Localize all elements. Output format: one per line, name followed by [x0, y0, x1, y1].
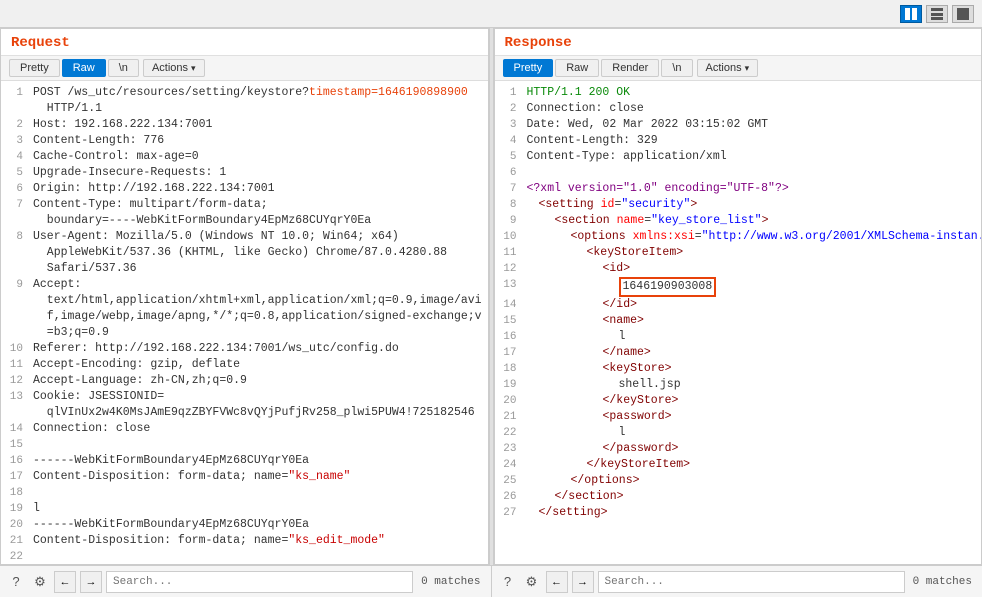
- request-actions-btn[interactable]: Actions ▾: [143, 59, 205, 77]
- response-content[interactable]: 1 HTTP/1.1 200 OK 2 Connection: close 3 …: [495, 81, 982, 564]
- table-row: 12 <id>: [495, 261, 982, 277]
- chevron-down-icon: ▾: [745, 63, 750, 74]
- table-row: 21 Content-Disposition: form-data; name=…: [1, 533, 488, 549]
- response-help-btn[interactable]: ?: [498, 572, 518, 592]
- table-row: 10 <options xmlns:xsi="http://www.w3.org…: [495, 229, 982, 245]
- request-panel: Request Pretty Raw \n Actions ▾ 1 POST /…: [0, 28, 489, 565]
- response-settings-btn[interactable]: ⚙: [522, 572, 542, 592]
- request-tabs: Pretty Raw \n Actions ▾: [1, 56, 488, 81]
- table-row: 17 Content-Disposition: form-data; name=…: [1, 469, 488, 485]
- tab-response-pretty[interactable]: Pretty: [503, 59, 554, 77]
- table-row: 24 </keyStoreItem>: [495, 457, 982, 473]
- table-row: 2 Host: 192.168.222.134:7001: [1, 117, 488, 133]
- table-row: 25 </options>: [495, 473, 982, 489]
- table-row: 15: [1, 437, 488, 453]
- table-row: 11 Accept-Encoding: gzip, deflate: [1, 357, 488, 373]
- table-row: 11 <keyStoreItem>: [495, 245, 982, 261]
- tab-request-n[interactable]: \n: [108, 59, 139, 77]
- table-row: 19 shell.jsp: [495, 377, 982, 393]
- chevron-down-icon: ▾: [191, 63, 196, 74]
- response-panel: Response Pretty Raw Render \n Actions ▾ …: [494, 28, 982, 565]
- table-row: 19 l: [1, 501, 488, 517]
- table-row: 14 Connection: close: [1, 421, 488, 437]
- tab-response-raw[interactable]: Raw: [555, 59, 599, 77]
- table-row: 21 <password>: [495, 409, 982, 425]
- highlighted-id-value: 1646190903008: [619, 277, 717, 297]
- table-row: 5 Upgrade-Insecure-Requests: 1: [1, 165, 488, 181]
- bottom-bar: ? ⚙ ← → 0 matches ? ⚙ ← → 0 matches: [0, 565, 982, 597]
- table-row: 22 l: [495, 425, 982, 441]
- response-tabs: Pretty Raw Render \n Actions ▾: [495, 56, 982, 81]
- table-row: 18 <keyStore>: [495, 361, 982, 377]
- table-row: 16 l: [495, 329, 982, 345]
- request-help-btn[interactable]: ?: [6, 572, 26, 592]
- table-row: 6 Origin: http://192.168.222.134:7001: [1, 181, 488, 197]
- table-row: 13 Cookie: JSESSIONID= qlVInUx2w4K0MsJAm…: [1, 389, 488, 421]
- table-row: 15 <name>: [495, 313, 982, 329]
- table-row: 5 Content-Type: application/xml: [495, 149, 982, 165]
- table-row: 27 </setting>: [495, 505, 982, 521]
- table-row: 9 Accept: text/html,application/xhtml+xm…: [1, 277, 488, 341]
- table-row: 4 Cache-Control: max-age=0: [1, 149, 488, 165]
- table-row: 13 1646190903008: [495, 277, 982, 297]
- table-row: 6: [495, 165, 982, 181]
- table-row: 16 ------WebKitFormBoundary4EpMz68CUYqrY…: [1, 453, 488, 469]
- response-search-input[interactable]: [598, 571, 905, 593]
- top-toolbar: [0, 0, 982, 28]
- table-row: 14 </id>: [495, 297, 982, 313]
- preview-view-btn[interactable]: [952, 5, 974, 23]
- table-row: 20 ------WebKitFormBoundary4EpMz68CUYqrY…: [1, 517, 488, 533]
- response-search-section: ? ⚙ ← → 0 matches: [492, 566, 982, 597]
- table-row: 12 Accept-Language: zh-CN,zh;q=0.9: [1, 373, 488, 389]
- table-row: 9 <section name="key_store_list">: [495, 213, 982, 229]
- table-row: 23 </password>: [495, 441, 982, 457]
- tab-response-n[interactable]: \n: [661, 59, 692, 77]
- request-matches-count: 0 matches: [417, 576, 484, 588]
- table-row: 10 Referer: http://192.168.222.134:7001/…: [1, 341, 488, 357]
- request-settings-btn[interactable]: ⚙: [30, 572, 50, 592]
- request-content[interactable]: 1 POST /ws_utc/resources/setting/keystor…: [1, 81, 488, 564]
- table-row: 4 Content-Length: 329: [495, 133, 982, 149]
- table-row: 1 HTTP/1.1 200 OK: [495, 85, 982, 101]
- request-prev-btn[interactable]: ←: [54, 571, 76, 593]
- request-search-input[interactable]: [106, 571, 413, 593]
- response-actions-btn[interactable]: Actions ▾: [697, 59, 759, 77]
- split-view-btn[interactable]: [900, 5, 922, 23]
- response-title: Response: [495, 29, 982, 56]
- table-row: 7 Content-Type: multipart/form-data; bou…: [1, 197, 488, 229]
- table-row: 22: [1, 549, 488, 564]
- table-row: 7 <?xml version="1.0" encoding="UTF-8"?>: [495, 181, 982, 197]
- list-view-btn[interactable]: [926, 5, 948, 23]
- table-row: 8 <setting id="security">: [495, 197, 982, 213]
- table-row: 3 Date: Wed, 02 Mar 2022 03:15:02 GMT: [495, 117, 982, 133]
- response-prev-btn[interactable]: ←: [546, 571, 568, 593]
- response-next-btn[interactable]: →: [572, 571, 594, 593]
- table-row: 2 Connection: close: [495, 101, 982, 117]
- response-matches-count: 0 matches: [909, 576, 976, 588]
- tab-request-raw[interactable]: Raw: [62, 59, 106, 77]
- table-row: 8 User-Agent: Mozilla/5.0 (Windows NT 10…: [1, 229, 488, 277]
- request-next-btn[interactable]: →: [80, 571, 102, 593]
- table-row: 17 </name>: [495, 345, 982, 361]
- table-row: 18: [1, 485, 488, 501]
- table-row: 20 </keyStore>: [495, 393, 982, 409]
- table-row: 1 POST /ws_utc/resources/setting/keystor…: [1, 85, 488, 117]
- request-title: Request: [1, 29, 488, 56]
- table-row: 3 Content-Length: 776: [1, 133, 488, 149]
- tab-response-render[interactable]: Render: [601, 59, 659, 77]
- tab-request-pretty[interactable]: Pretty: [9, 59, 60, 77]
- request-search-section: ? ⚙ ← → 0 matches: [0, 566, 492, 597]
- panels: Request Pretty Raw \n Actions ▾ 1 POST /…: [0, 28, 982, 565]
- table-row: 26 </section>: [495, 489, 982, 505]
